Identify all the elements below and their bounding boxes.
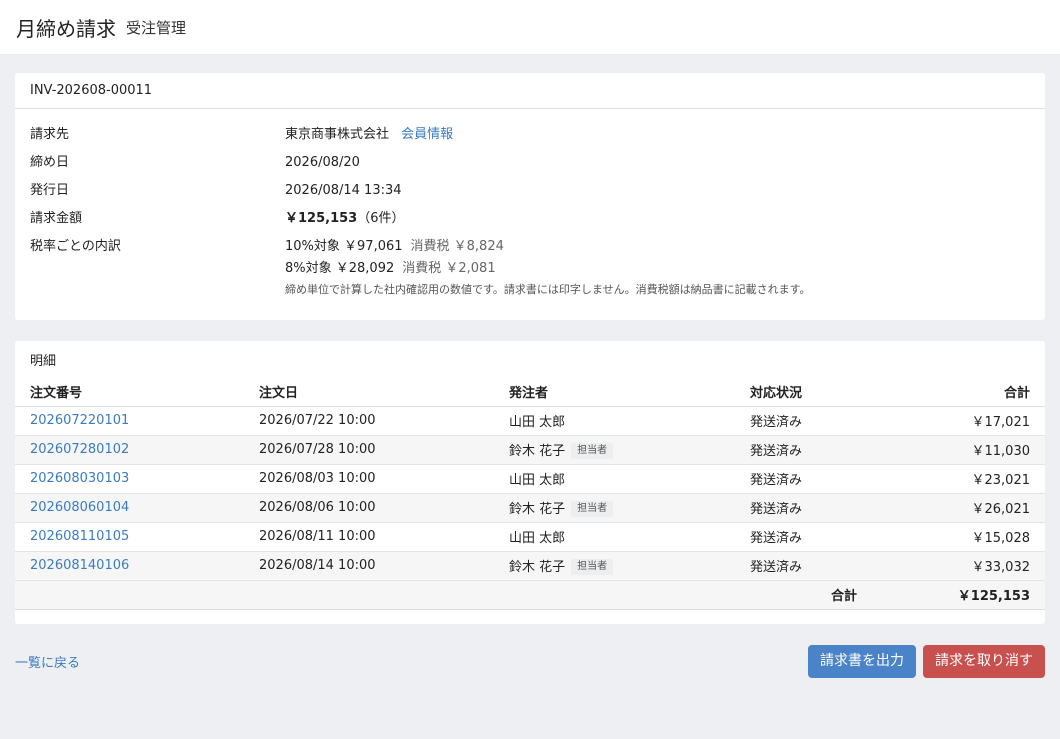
export-invoice-button[interactable]: 請求書を出力 xyxy=(808,645,916,678)
tax-breakdown-row: 税率ごとの内訳 10%対象 ￥97,061 消費税 ￥8,824 8%対象 ￥28… xyxy=(30,233,1030,300)
footer-actions: 一覧に戻る 請求書を出力 請求を取り消す xyxy=(15,645,1045,678)
order-number-link[interactable]: 202608110105 xyxy=(30,529,129,544)
billing-to-label: 請求先 xyxy=(30,127,70,142)
order-date: 2026/08/11 10:00 xyxy=(244,522,494,552)
tax10-line: 10%対象 ￥97,061 消費税 ￥8,824 xyxy=(285,236,1030,258)
total-label: 合計 xyxy=(735,580,865,610)
orderer-name: 山田 太郎 xyxy=(509,473,566,488)
tax8-tax: 消費税 ￥2,081 xyxy=(402,261,496,276)
column-header-status: 対応状況 xyxy=(735,377,865,407)
table-row: 202608060104 2026/08/06 10:00 鈴木 花子 担当者 発送済み… xyxy=(15,493,1045,523)
amount-value: ￥125,153 xyxy=(285,211,358,226)
tax8-base: 8%対象 ￥28,092 xyxy=(285,261,395,276)
closing-date-value: 2026/08/20 xyxy=(285,155,360,170)
closing-date-label: 締め日 xyxy=(30,155,70,170)
column-header-person: 発注者 xyxy=(494,377,735,407)
column-header-total: 合計 xyxy=(865,377,1045,407)
order-date: 2026/08/03 10:00 xyxy=(244,464,494,494)
order-total: ￥15,028 xyxy=(865,522,1045,552)
order-total: ￥17,021 xyxy=(865,406,1045,436)
orderer-name: 鈴木 花子 xyxy=(509,559,566,575)
closing-date-row: 締め日 2026/08/20 xyxy=(30,149,1030,177)
table-row: 202608030103 2026/08/03 10:00 山田 太郎 発送済み ￥23… xyxy=(15,464,1045,494)
tax-breakdown-label: 税率ごとの内訳 xyxy=(30,239,121,254)
issue-date-label: 発行日 xyxy=(30,183,70,198)
order-number-link[interactable]: 202608060104 xyxy=(30,500,129,515)
order-number-link[interactable]: 202607280102 xyxy=(30,442,129,457)
details-title: 明細 xyxy=(30,353,57,369)
orderer-name: 鈴木 花子 xyxy=(509,443,566,459)
tax8-line: 8%対象 ￥28,092 消費税 ￥2,081 xyxy=(285,258,1030,280)
order-number-link[interactable]: 202608140106 xyxy=(30,558,129,573)
amount-label: 請求金額 xyxy=(30,211,83,226)
table-row: 202607280102 2026/07/28 10:00 鈴木 花子 担当者 発送済み… xyxy=(15,435,1045,465)
table-row: 202608140106 2026/08/14 10:00 鈴木 花子 担当者 発送済み… xyxy=(15,551,1045,581)
role-badge: 担当者 xyxy=(571,559,614,576)
amount-count: （6件） xyxy=(357,211,405,226)
table-row: 202607220101 2026/07/22 10:00 山田 太郎 発送済み ￥17… xyxy=(15,406,1045,436)
table-header-row: 注文番号 注文日 発注者 対応状況 合計 xyxy=(15,377,1045,407)
issue-date-row: 発行日 2026/08/14 13:34 xyxy=(30,177,1030,205)
tax-note: 締め単位で計算した社内確認用の数値です。請求書には印字しません。消費税額は納品書… xyxy=(285,283,811,296)
billing-to-row: 請求先 東京商事株式会社 会員情報 xyxy=(30,121,1030,149)
total-value: ￥125,153 xyxy=(865,580,1045,610)
order-status: 発送済み xyxy=(735,435,865,465)
order-date: 2026/08/06 10:00 xyxy=(244,493,494,523)
issue-date-value: 2026/08/14 13:34 xyxy=(285,183,402,198)
invoice-info: 請求先 東京商事株式会社 会員情報 締め日 2026/08/20 発行日 202… xyxy=(15,109,1045,300)
back-to-list-link[interactable]: 一覧に戻る xyxy=(15,652,80,671)
page-title: 月締め請求 xyxy=(16,16,116,41)
order-total: ￥26,021 xyxy=(865,493,1045,523)
orderer-name: 鈴木 花子 xyxy=(509,501,566,517)
role-badge: 担当者 xyxy=(571,443,614,460)
order-date: 2026/07/28 10:00 xyxy=(244,435,494,465)
billing-to-value: 東京商事株式会社 xyxy=(285,127,390,142)
order-status: 発送済み xyxy=(735,493,865,523)
column-header-order-no: 注文番号 xyxy=(15,377,244,407)
details-table: 注文番号 注文日 発注者 対応状況 合計 202607220101 2026/07… xyxy=(15,377,1045,610)
order-total: ￥11,030 xyxy=(865,435,1045,465)
order-number-link[interactable]: 202607220101 xyxy=(30,413,129,428)
invoice-summary-card: INV-202608-00011 請求先 東京商事株式会社 会員情報 締め日 2… xyxy=(15,73,1045,320)
role-badge: 担当者 xyxy=(571,501,614,518)
column-header-date: 注文日 xyxy=(244,377,494,407)
orderer-name: 山田 太郎 xyxy=(509,531,566,546)
page-subtitle: 受注管理 xyxy=(126,18,187,37)
table-row: 202608110105 2026/08/11 10:00 山田 太郎 発送済み ￥15… xyxy=(15,522,1045,552)
order-total: ￥23,021 xyxy=(865,464,1045,494)
page-header: 月締め請求 受注管理 xyxy=(0,0,1060,54)
order-date: 2026/07/22 10:00 xyxy=(244,406,494,436)
order-status: 発送済み xyxy=(735,464,865,494)
orderer-name: 山田 太郎 xyxy=(509,415,566,430)
tax10-tax: 消費税 ￥8,824 xyxy=(410,239,504,254)
cancel-invoice-button[interactable]: 請求を取り消す xyxy=(923,645,1045,678)
order-status: 発送済み xyxy=(735,551,865,581)
tax10-base: 10%対象 ￥97,061 xyxy=(285,239,403,254)
invoice-id: INV-202608-00011 xyxy=(15,73,1045,109)
table-total-row: 合計 ￥125,153 xyxy=(15,580,1045,610)
order-total: ￥33,032 xyxy=(865,551,1045,581)
member-info-link[interactable]: 会員情報 xyxy=(401,127,453,142)
order-date: 2026/08/14 10:00 xyxy=(244,551,494,581)
order-number-link[interactable]: 202608030103 xyxy=(30,471,129,486)
order-status: 発送済み xyxy=(735,522,865,552)
amount-row: 請求金額 ￥125,153（6件） xyxy=(30,205,1030,233)
order-status: 発送済み xyxy=(735,406,865,436)
details-card: 明細 注文番号 注文日 発注者 対応状況 合計 202607220101 2026… xyxy=(15,341,1045,624)
